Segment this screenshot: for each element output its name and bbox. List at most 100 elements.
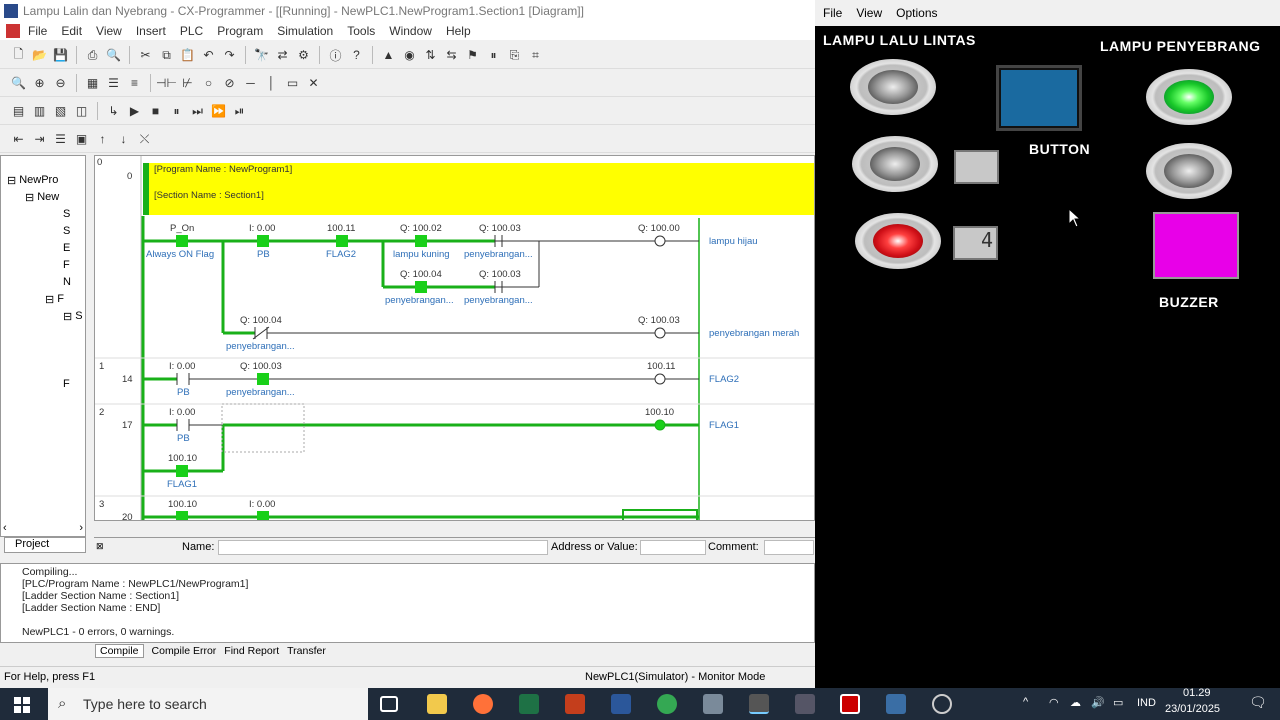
cut-icon[interactable]: ✂ [137,47,154,64]
mode-icon[interactable]: ⚑ [464,47,481,64]
find-icon[interactable]: 🔭 [253,47,270,64]
contact-100-10-r3[interactable] [176,511,188,521]
panel-menu-file[interactable]: File [823,6,842,20]
tree-scrollbar[interactable]: ‹ › [3,520,83,536]
clock-time[interactable]: 01.29 [1183,687,1211,699]
pause-sim-icon[interactable]: ⏸ [168,103,185,120]
panel-taskbar-icon[interactable] [886,694,906,714]
tree-item-errorlog[interactable]: E [63,240,70,256]
coil-q100-00[interactable] [654,235,666,247]
comment-icon[interactable]: ☰ [105,75,122,92]
menu-window[interactable]: Window [389,24,432,38]
save-icon[interactable]: 💾 [52,47,69,64]
block-icon[interactable]: ▣ [73,131,90,148]
vertical-icon[interactable]: │ [263,75,280,92]
menu-insert[interactable]: Insert [136,24,166,38]
copy-icon[interactable]: ⧉ [158,47,175,64]
align-right-icon[interactable]: ⇥ [31,131,48,148]
tree-item-programs[interactable]: F [63,257,70,273]
coil-100-10[interactable] [654,419,666,431]
ladder-view-icon[interactable]: ▤ [10,103,27,120]
contact-i000-r1[interactable] [176,373,190,385]
help-icon[interactable]: ? [348,47,365,64]
chrome-icon[interactable] [657,694,677,714]
task-view-icon[interactable] [380,696,398,712]
paste-icon[interactable]: 📋 [179,47,196,64]
tree-item-plc[interactable]: ⊟ New [25,189,59,205]
compare-icon[interactable]: ⇆ [443,47,460,64]
tab-compile-error[interactable]: Compile Error [152,645,217,657]
windows-start-icon[interactable] [14,697,30,713]
menu-program[interactable]: Program [217,24,263,38]
contact-q100-04-nc[interactable] [252,326,270,340]
name-field[interactable] [218,540,548,555]
force-off-icon[interactable]: ↓ [115,131,132,148]
instruction-icon[interactable]: ▭ [284,75,301,92]
powerpoint-icon[interactable] [565,694,585,714]
menu-edit[interactable]: Edit [61,24,82,38]
replace-icon[interactable]: ⇄ [274,47,291,64]
run-icon[interactable]: ▶ [126,103,143,120]
battery-icon[interactable]: ▭ [1113,696,1123,709]
menu-tools[interactable]: Tools [347,24,375,38]
contact-q100-02[interactable] [415,235,427,247]
redo-icon[interactable]: ↷ [221,47,238,64]
align-left-icon[interactable]: ⇤ [10,131,27,148]
tab-find-report[interactable]: Find Report [224,645,279,657]
print-preview-icon[interactable]: 🔍 [105,47,122,64]
contact-no-icon[interactable]: ⊣⊢ [156,75,177,92]
menu-file[interactable]: File [28,24,47,38]
watch-icon[interactable]: ◫ [73,103,90,120]
tab-compile[interactable]: Compile [95,644,144,658]
force-on-icon[interactable]: ↑ [94,131,111,148]
contact-i000-r2[interactable] [176,419,190,431]
firefox-icon[interactable] [473,694,493,714]
search-box[interactable]: ⌕ Type here to search [48,688,368,720]
info-icon[interactable]: ⓘ [327,47,344,64]
stop-icon[interactable]: ■ [147,103,164,120]
tree-item-memory[interactable]: N [63,274,71,290]
contact-i000-r3[interactable] [257,511,269,521]
tree-item-project[interactable]: ⊟ NewPro [7,172,58,188]
coil-nc-icon[interactable]: ⊘ [221,75,238,92]
new-file-icon[interactable]: 🗋 [10,47,27,64]
fast-forward-icon[interactable]: ⏩ [210,103,227,120]
cx-programmer-taskbar-icon[interactable] [703,694,723,714]
coil-icon[interactable]: ○ [200,75,217,92]
comment-field[interactable] [764,540,814,555]
mnemonic-view-icon[interactable]: ▥ [31,103,48,120]
end-icon[interactable]: ⏯ [231,103,248,120]
properties-icon[interactable]: ⚙ [295,47,312,64]
file-explorer-icon[interactable] [427,694,447,714]
chevron-up-icon[interactable]: ^ [1023,696,1028,708]
menu-view[interactable]: View [96,24,122,38]
force-cancel-icon[interactable]: ⤬ [136,131,153,148]
list-icon[interactable]: ☰ [52,131,69,148]
volume-icon[interactable]: 🔊 [1091,696,1105,709]
line-icon[interactable]: ─ [242,75,259,92]
close-pane-icon[interactable]: ⊠ [96,541,104,552]
simulator-taskbar-icon[interactable] [840,694,860,714]
panel-menu-options[interactable]: Options [896,6,937,20]
print-icon[interactable]: ⎙ [84,47,101,64]
contact-q100-04[interactable] [415,281,427,293]
transfer-icon[interactable]: ⇅ [422,47,439,64]
app-taskbar-icon[interactable] [795,694,815,714]
excel-icon[interactable] [519,694,539,714]
network-icon[interactable]: ◠ [1049,696,1059,709]
rung-icon[interactable]: ≡ [126,75,143,92]
tree-item-function[interactable]: ⊟ F [45,291,64,307]
tree-item-function-blocks[interactable]: F [63,376,70,392]
zoom-in-icon[interactable]: ⊕ [31,75,48,92]
notification-icon[interactable]: 🗨 [1249,694,1267,711]
address-ref-icon[interactable]: ⌗ [527,47,544,64]
contact-nc-icon[interactable]: ⊬ [179,75,196,92]
address-field[interactable] [640,540,706,555]
tree-item-section[interactable]: ⊟ S [63,308,83,324]
step-icon[interactable]: ↳ [105,103,122,120]
contact-i000[interactable] [257,235,269,247]
online-icon[interactable]: ▲ [380,47,397,64]
tree-item-settings[interactable]: S [63,223,70,239]
zoom-out-icon[interactable]: ⊖ [52,75,69,92]
menu-help[interactable]: Help [446,24,471,38]
